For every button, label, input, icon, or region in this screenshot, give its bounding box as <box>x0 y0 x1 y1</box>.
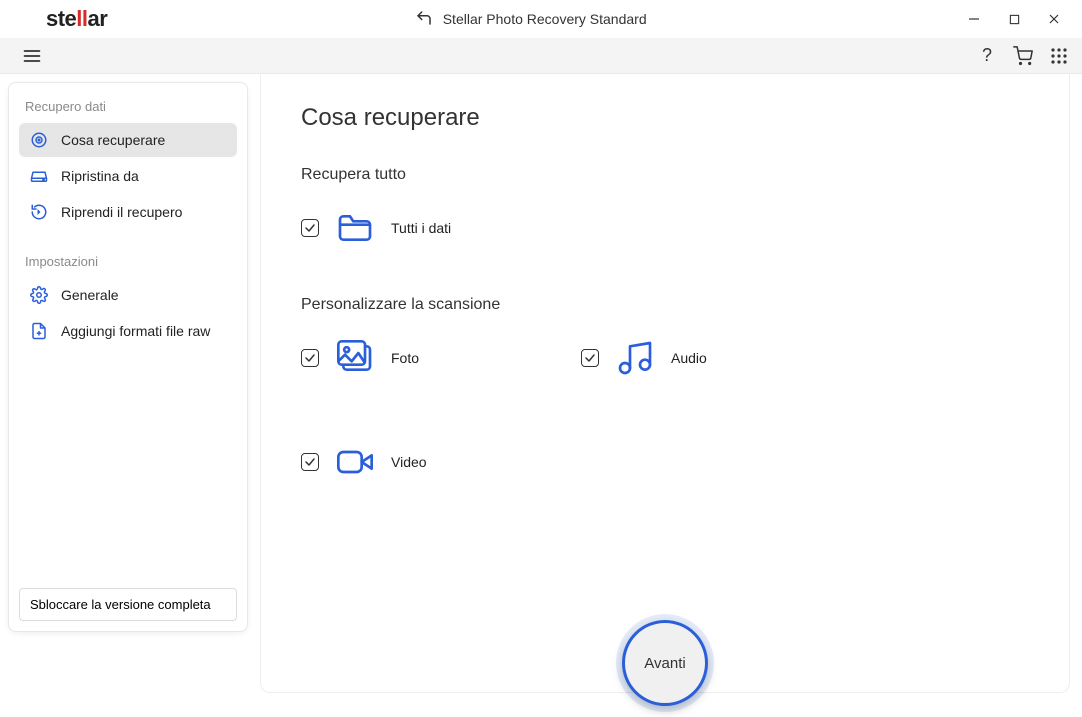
help-icon[interactable]: ? <box>976 45 998 67</box>
sidebar-item-restore-from[interactable]: Ripristina da <box>19 159 237 193</box>
gear-icon <box>29 285 49 305</box>
option-label: Video <box>391 454 427 470</box>
unlock-full-button[interactable]: Sbloccare la versione completa <box>19 588 237 621</box>
resume-icon <box>29 202 49 222</box>
checkbox-audio[interactable] <box>581 349 599 367</box>
sidebar-item-what-recover[interactable]: Cosa recuperare <box>19 123 237 157</box>
app-title: Stellar Photo Recovery Standard <box>443 11 647 27</box>
option-label: Tutti i dati <box>391 220 451 236</box>
title-bar: stellar Stellar Photo Recovery Standard <box>0 0 1082 38</box>
sidebar-item-label: Cosa recuperare <box>61 132 165 148</box>
checkbox-photo[interactable] <box>301 349 319 367</box>
sidebar: Recupero dati Cosa recuperare Ripristina… <box>8 82 248 632</box>
option-row-all: Tutti i dati <box>301 206 1029 250</box>
toolbar-right: ? <box>976 45 1070 67</box>
section-customize: Personalizzare la scansione <box>301 296 1029 314</box>
brand-mid: ll <box>76 6 87 31</box>
toolbar: ? <box>0 38 1082 74</box>
option-label: Foto <box>391 350 419 366</box>
page-title: Cosa recuperare <box>301 104 1029 132</box>
option-row-custom: Foto Audio Video <box>301 336 1029 484</box>
section-recover-all: Recupera tutto <box>301 166 1029 184</box>
window-controls <box>954 4 1074 34</box>
audio-icon <box>613 336 657 380</box>
cart-icon[interactable] <box>1012 45 1034 67</box>
folder-icon <box>333 206 377 250</box>
apps-grid-icon[interactable] <box>1048 45 1070 67</box>
sidebar-section-settings: Impostazioni <box>15 248 241 277</box>
main-panel: Cosa recuperare Recupera tutto Tutti i d… <box>260 74 1070 693</box>
app-body: Recupero dati Cosa recuperare Ripristina… <box>0 74 1082 717</box>
option-all-data[interactable]: Tutti i dati <box>301 206 521 250</box>
video-icon <box>333 440 377 484</box>
maximize-button[interactable] <box>994 4 1034 34</box>
option-label: Audio <box>671 350 707 366</box>
brand-pre: ste <box>46 6 76 31</box>
title-center: Stellar Photo Recovery Standard <box>107 9 954 30</box>
brand-suf: ar <box>88 6 108 31</box>
sidebar-item-raw-formats[interactable]: Aggiungi formati file raw <box>19 314 237 348</box>
checkbox-all[interactable] <box>301 219 319 237</box>
option-video[interactable]: Video <box>301 440 521 484</box>
minimize-button[interactable] <box>954 4 994 34</box>
sidebar-item-label: Riprendi il recupero <box>61 204 182 220</box>
brand-logo: stellar <box>18 6 107 32</box>
target-icon <box>29 130 49 150</box>
sidebar-item-label: Aggiungi formati file raw <box>61 323 210 339</box>
option-audio[interactable]: Audio <box>581 336 801 380</box>
sidebar-item-general[interactable]: Generale <box>19 278 237 312</box>
sidebar-item-label: Generale <box>61 287 119 303</box>
photo-icon <box>333 336 377 380</box>
drive-icon <box>29 166 49 186</box>
option-photo[interactable]: Foto <box>301 336 521 380</box>
file-add-icon <box>29 321 49 341</box>
sidebar-item-resume-recovery[interactable]: Riprendi il recupero <box>19 195 237 229</box>
checkbox-video[interactable] <box>301 453 319 471</box>
sidebar-item-label: Ripristina da <box>61 168 139 184</box>
next-button[interactable]: Avanti <box>622 620 708 706</box>
undo-icon[interactable] <box>415 9 433 30</box>
sidebar-section-recovery: Recupero dati <box>15 93 241 122</box>
menu-icon[interactable] <box>20 44 44 68</box>
close-button[interactable] <box>1034 4 1074 34</box>
